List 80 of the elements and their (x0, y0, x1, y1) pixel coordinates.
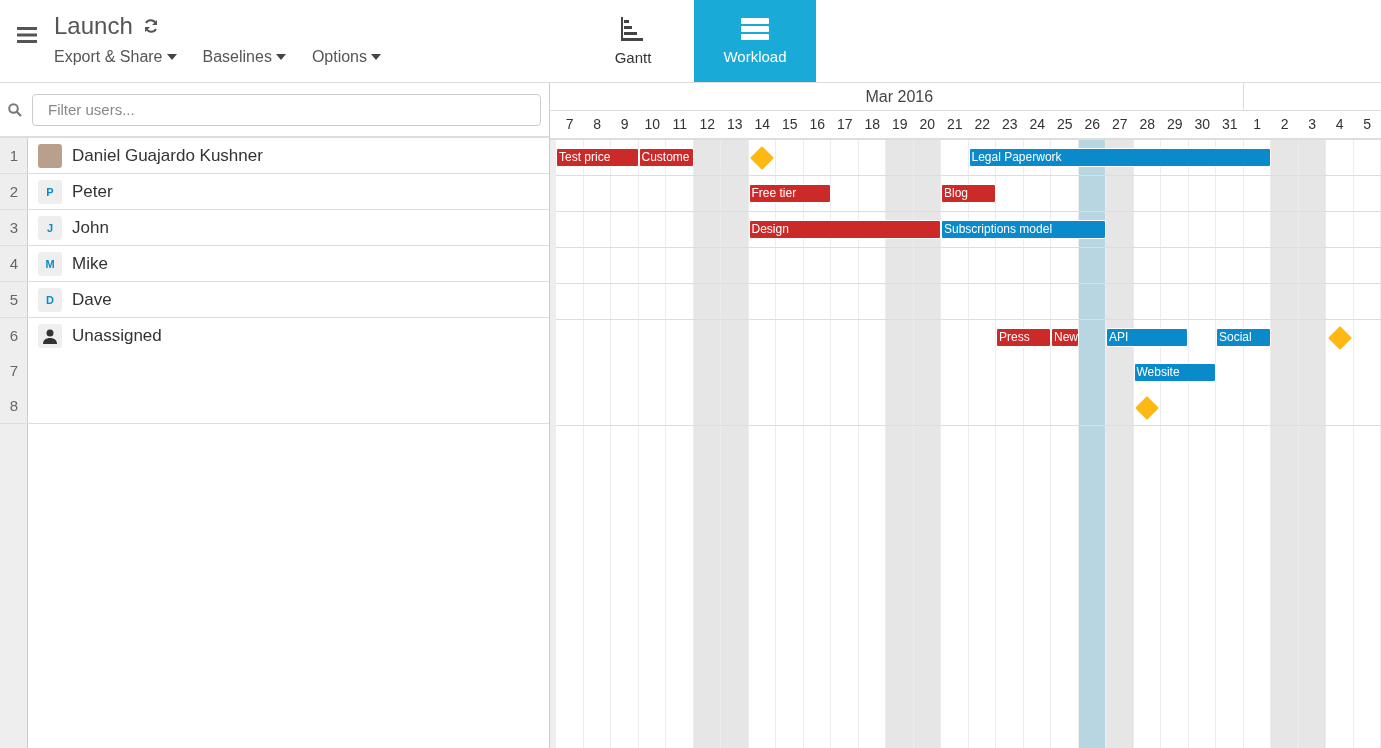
milestone-diamond[interactable] (1327, 326, 1352, 350)
user-initial: J (38, 215, 62, 240)
server-rack-icon (741, 17, 769, 40)
row-number: 8 (8, 396, 20, 416)
dropdown-menu[interactable]: Options (311, 48, 381, 66)
day-label: 12 (698, 115, 717, 134)
task-bar[interactable]: New (1051, 328, 1079, 347)
task-bar[interactable]: Custome (638, 148, 694, 167)
user-name: Unassigned (72, 325, 162, 346)
row-number: 7 (8, 361, 20, 381)
row-number: 5 (8, 290, 20, 310)
day-label: 10 (643, 115, 662, 134)
day-label: 21 (945, 115, 964, 134)
day-label: 3 (1307, 115, 1318, 134)
user-initial: D (38, 287, 62, 312)
day-label: 23 (1000, 115, 1019, 134)
task-bar[interactable]: Legal Paperwork (968, 148, 1271, 167)
day-label: 28 (1138, 115, 1157, 134)
day-label: 9 (619, 115, 630, 134)
dropdown-menu[interactable]: Baselines (202, 48, 286, 66)
user-initial: P (38, 179, 62, 204)
task-bar[interactable]: Test price (556, 148, 639, 167)
user-name: Peter (72, 181, 113, 202)
search-icon (8, 102, 22, 117)
day-label: 1 (1252, 115, 1263, 134)
day-label: 19 (890, 115, 909, 134)
day-label: 14 (753, 115, 772, 134)
caret-icon (275, 54, 286, 60)
day-label: 8 (592, 115, 603, 134)
task-bar[interactable]: Social (1216, 328, 1271, 347)
task-bar[interactable]: Subscriptions model (941, 220, 1106, 239)
task-bar[interactable]: Website (1133, 363, 1216, 382)
filter-field[interactable]: Filter users... (32, 93, 541, 126)
row-number: 3 (8, 218, 20, 238)
user-name: John (72, 217, 109, 238)
row-number: 1 (8, 146, 20, 166)
caret-icon (371, 54, 381, 60)
row-number: 4 (8, 254, 20, 274)
person-icon (38, 323, 62, 348)
day-label: 7 (564, 115, 575, 134)
user-name: Daniel Guajardo Kushner (72, 145, 263, 166)
task-bar[interactable]: Press (996, 328, 1051, 347)
day-label: 24 (1028, 115, 1047, 134)
day-label: 20 (918, 115, 937, 134)
milestone-diamond[interactable] (750, 146, 775, 170)
day-label: 31 (1220, 115, 1239, 134)
caret-icon (166, 54, 177, 60)
day-label: 27 (1110, 115, 1129, 134)
day-label: 30 (1193, 115, 1212, 134)
photo-placeholder (38, 143, 62, 168)
day-label: 4 (1334, 115, 1345, 134)
menu-icon (17, 27, 37, 43)
month-label: Mar 2016 (556, 83, 1244, 110)
row-number: 6 (8, 326, 20, 346)
user-name: Mike (72, 253, 108, 274)
day-label: 15 (780, 115, 799, 134)
day-label: 2 (1279, 115, 1290, 134)
gantt-icon (621, 16, 645, 41)
user-name: Dave (72, 289, 112, 310)
row-number: 2 (8, 182, 20, 202)
day-label: 13 (725, 115, 744, 134)
task-bar[interactable]: Blog (941, 184, 996, 203)
dropdown-menu[interactable]: Export & Share (54, 48, 177, 66)
day-label: 29 (1165, 115, 1184, 134)
day-label: 22 (973, 115, 992, 134)
project-title: Launch (54, 12, 133, 40)
view-tab[interactable]: Workload (694, 0, 816, 82)
day-label: 26 (1083, 115, 1102, 134)
refresh-icon[interactable] (142, 18, 159, 34)
task-bar[interactable]: API (1106, 328, 1189, 347)
day-label: 16 (808, 115, 827, 134)
day-label: 18 (863, 115, 882, 134)
milestone-diamond[interactable] (1135, 396, 1160, 420)
day-label: 25 (1055, 115, 1074, 134)
day-label: 5 (1362, 115, 1373, 134)
task-bar[interactable]: Free tier (748, 184, 831, 203)
task-bar[interactable]: Design (748, 220, 941, 239)
day-label: 17 (835, 115, 854, 134)
day-label: 11 (671, 115, 688, 134)
user-initial: M (38, 251, 62, 276)
